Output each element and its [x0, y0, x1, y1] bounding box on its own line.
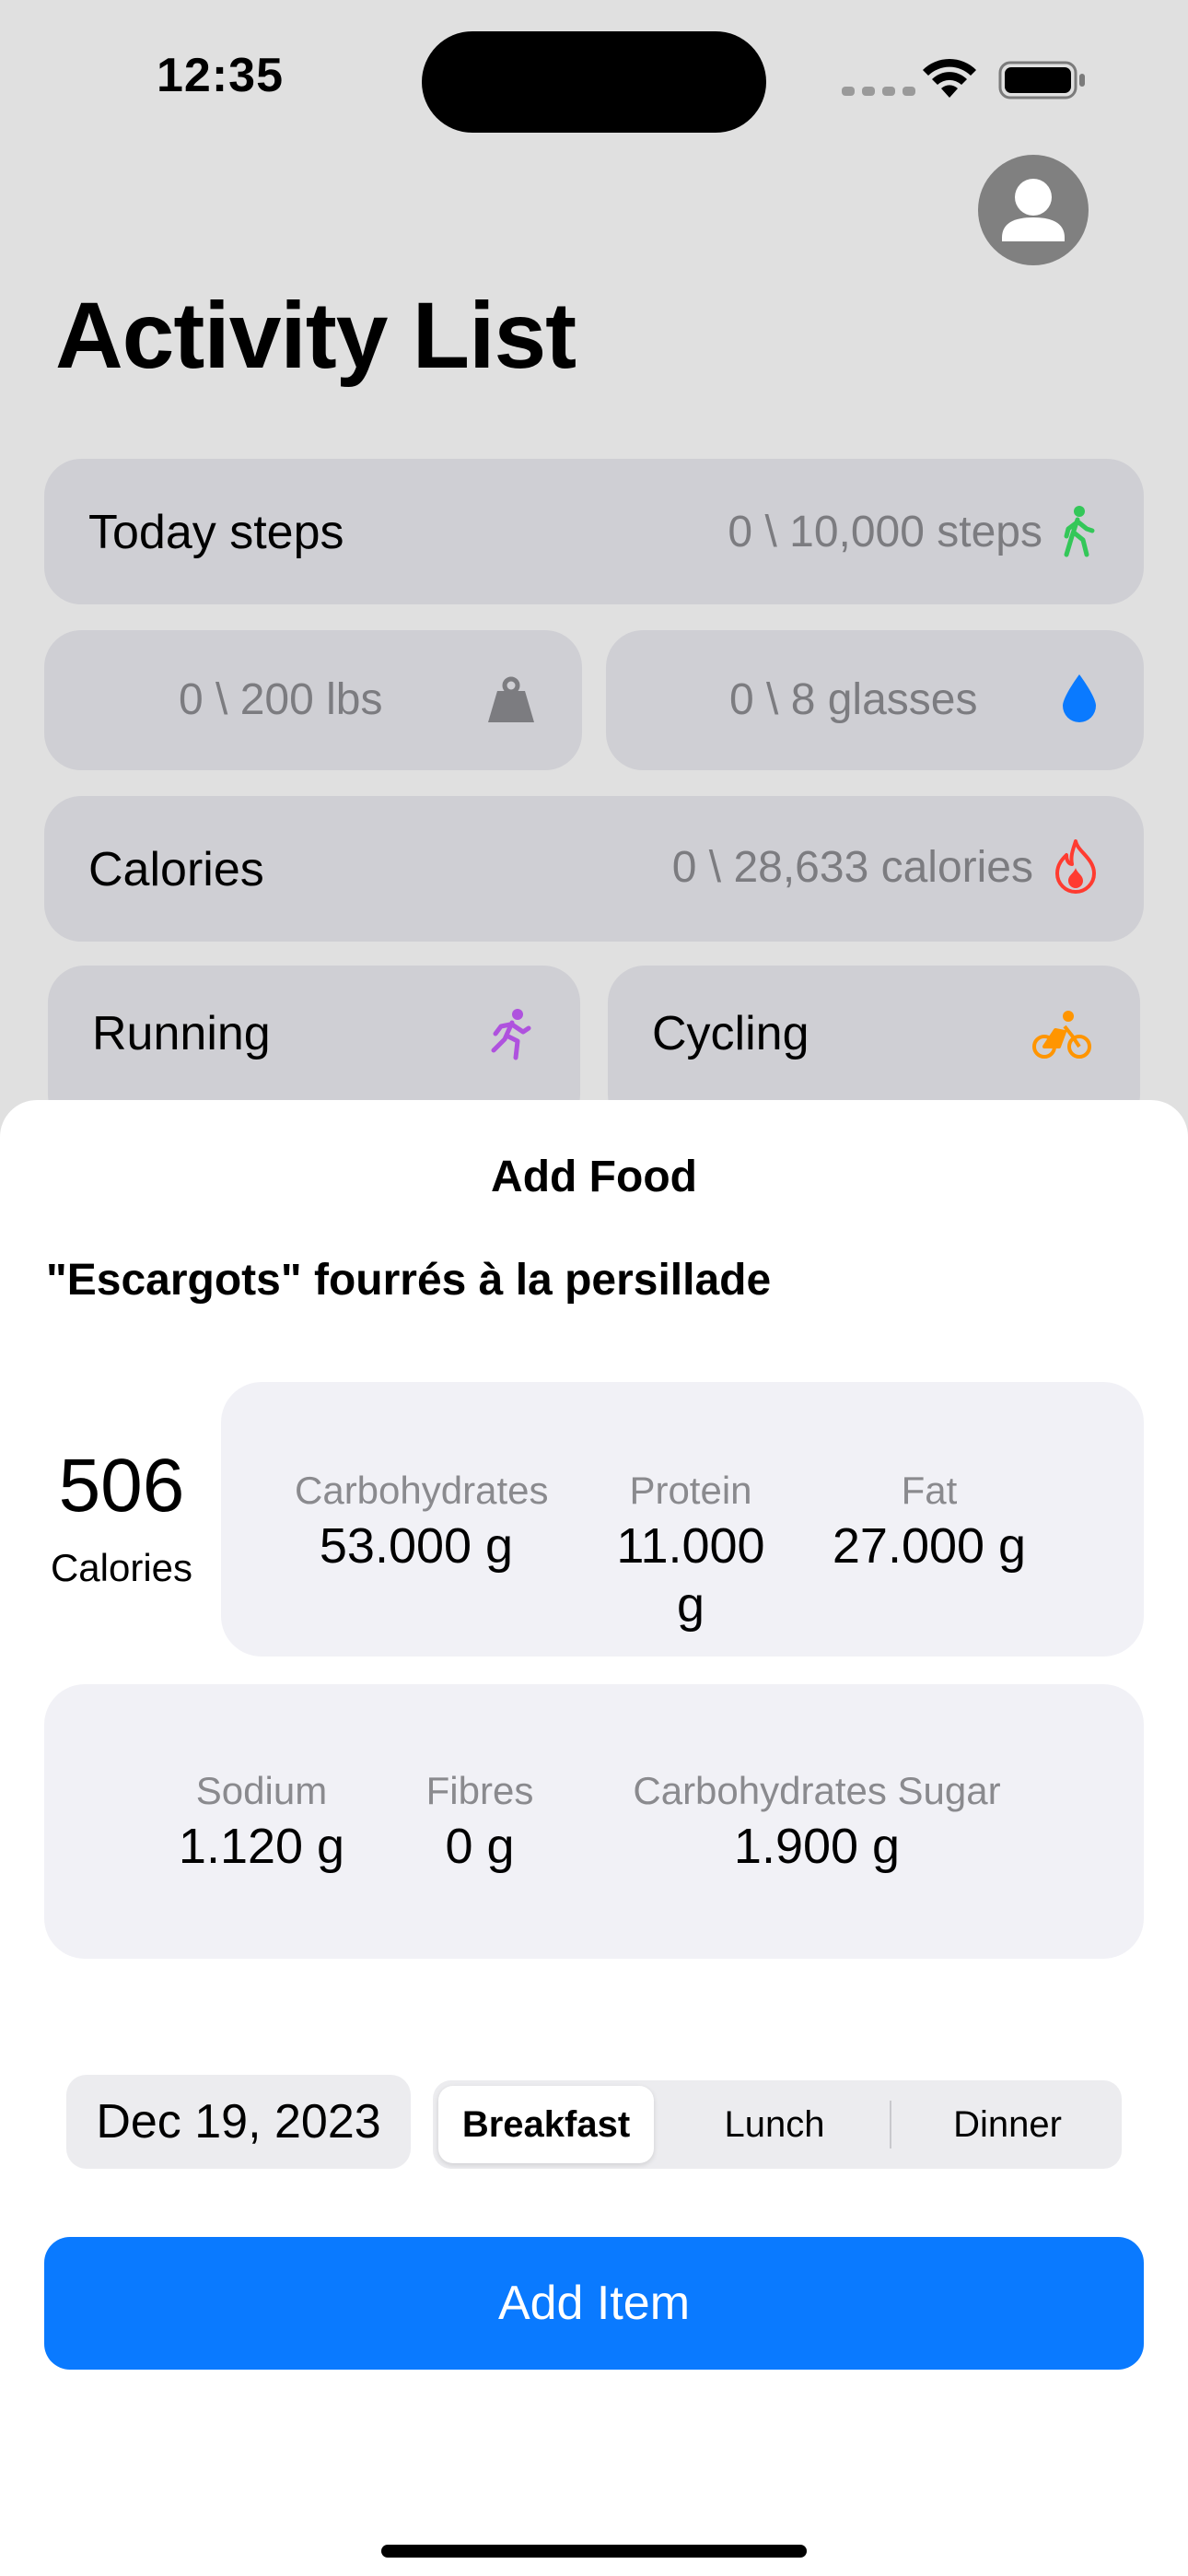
- detail-fibres: Fibres 0 g: [411, 1765, 549, 1876]
- detail-value: 0 g: [445, 1819, 515, 1874]
- segment-lunch[interactable]: Lunch: [669, 2086, 880, 2163]
- steps-card[interactable]: Today steps 0 \ 10,000 steps: [44, 459, 1144, 604]
- macro-value: 11.000 g: [616, 1518, 765, 1633]
- weight-card[interactable]: 0 \ 200 lbs: [44, 630, 582, 770]
- water-drop-icon: [1063, 674, 1096, 722]
- macro-label: Protein: [629, 1469, 752, 1512]
- steps-value: 0 \ 10,000 steps: [728, 508, 1042, 556]
- macro-protein: Protein 11.000 g: [599, 1465, 783, 1634]
- calories-number: 506: [58, 1444, 185, 1528]
- water-value: 0 \ 8 glasses: [729, 675, 978, 724]
- macro-label: Fat: [901, 1469, 958, 1512]
- dynamic-island: [422, 31, 766, 133]
- walking-icon: [1064, 506, 1095, 557]
- segment-divider: [890, 2101, 891, 2149]
- weight-value: 0 \ 200 lbs: [179, 675, 383, 724]
- profile-avatar-button[interactable]: [978, 155, 1089, 265]
- detail-label: Carbohydrates Sugar: [633, 1769, 1001, 1812]
- person-icon: [1002, 179, 1065, 241]
- segment-dinner[interactable]: Dinner: [899, 2086, 1116, 2163]
- macro-carbohydrates: Carbohydrates 53.000 g: [295, 1465, 549, 1575]
- add-item-button[interactable]: Add Item: [44, 2237, 1144, 2370]
- calories-value: 0 \ 28,633 calories: [671, 843, 1033, 892]
- macro-value: 27.000 g: [832, 1518, 1027, 1574]
- segment-breakfast[interactable]: Breakfast: [438, 2086, 654, 2163]
- date-picker-button[interactable]: Dec 19, 2023: [66, 2075, 411, 2169]
- running-label: Running: [92, 1007, 271, 1060]
- macro-value: 53.000 g: [319, 1518, 514, 1574]
- detail-value: 1.120 g: [178, 1819, 345, 1874]
- detail-carbohydrates-sugar: Carbohydrates Sugar 1.900 g: [619, 1765, 1015, 1876]
- home-indicator[interactable]: [381, 2545, 807, 2558]
- add-food-sheet: Add Food "Escargots" fourrés à la persil…: [0, 1100, 1188, 2576]
- meal-segmented-control[interactable]: Breakfast Lunch Dinner: [433, 2080, 1122, 2169]
- macros-panel: Carbohydrates 53.000 g Protein 11.000 g …: [221, 1382, 1144, 1657]
- sheet-title: Add Food: [491, 1153, 697, 1201]
- detail-value: 1.900 g: [733, 1819, 901, 1874]
- food-name: "Escargots" fourrés à la persillade: [46, 1256, 772, 1305]
- calories-unit-label: Calories: [50, 1546, 193, 1589]
- weight-icon: [488, 676, 534, 722]
- details-panel: Sodium 1.120 g Fibres 0 g Carbohydrates …: [44, 1684, 1144, 1959]
- cellular-signal-icon: [842, 87, 915, 96]
- page-title: Activity List: [55, 283, 577, 388]
- wifi-icon: [923, 58, 976, 98]
- flame-icon: [1055, 839, 1096, 894]
- detail-label: Sodium: [195, 1769, 328, 1812]
- cycling-icon: [1032, 1011, 1091, 1059]
- steps-label: Today steps: [88, 506, 344, 559]
- detail-label: Fibres: [425, 1769, 534, 1812]
- water-card[interactable]: 0 \ 8 glasses: [606, 630, 1144, 770]
- macro-label: Carbohydrates: [295, 1469, 549, 1512]
- calories-label: Calories: [88, 843, 264, 896]
- running-icon: [491, 1009, 531, 1060]
- macro-fat: Fat 27.000 g: [825, 1465, 1033, 1575]
- status-time: 12:35: [157, 49, 284, 102]
- detail-sodium: Sodium 1.120 g: [169, 1765, 354, 1876]
- battery-icon: [998, 61, 1085, 100]
- calories-card[interactable]: Calories 0 \ 28,633 calories: [44, 796, 1144, 942]
- screen: 12:35 Activity List Today steps 0 \ 10,0…: [0, 0, 1188, 2576]
- cycling-label: Cycling: [652, 1007, 809, 1060]
